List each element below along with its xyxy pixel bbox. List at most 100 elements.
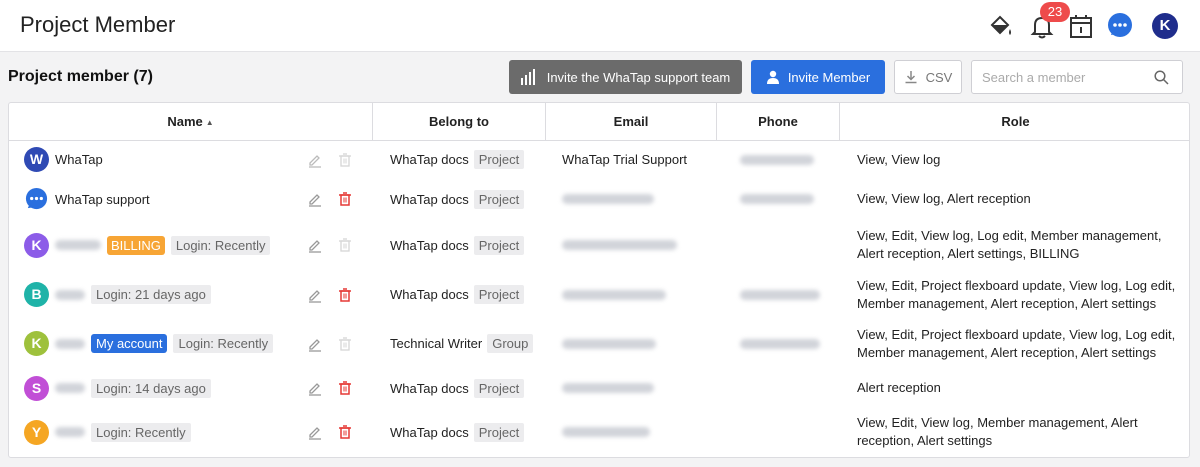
belong-name: WhaTap docs <box>390 191 469 207</box>
sort-asc-icon[interactable]: ▲ <box>206 118 214 127</box>
chat-icon[interactable] <box>1107 12 1133 40</box>
calendar-icon[interactable] <box>1068 12 1094 40</box>
download-icon <box>905 71 917 84</box>
avatar: B <box>24 282 49 307</box>
role-value: View, Edit, Project flexboard update, Vi… <box>857 326 1176 360</box>
member-name: WhaTap <box>55 152 103 167</box>
belong-type-tag: Project <box>473 422 525 442</box>
table-row[interactable]: B Login: 21 days ago WhaTap docs Project… <box>9 270 1189 319</box>
trash-icon <box>337 220 353 270</box>
pencil-icon[interactable] <box>307 141 323 178</box>
pencil-icon[interactable] <box>307 270 323 319</box>
belong-name: WhaTap docs <box>390 287 469 302</box>
table-row[interactable]: S Login: 14 days ago WhaTap docs Project… <box>9 368 1189 408</box>
role-value: Alert reception <box>857 380 941 395</box>
email-redacted <box>562 270 666 319</box>
bar-chart-icon <box>520 69 535 85</box>
login-status: Login: Recently <box>91 422 191 442</box>
pencil-icon[interactable] <box>307 178 323 220</box>
belong-name: WhaTap docs <box>390 380 469 396</box>
pencil-icon[interactable] <box>307 220 323 270</box>
notification-badge: 23 <box>1040 2 1070 22</box>
pencil-icon[interactable] <box>307 408 323 456</box>
invite-support-label: Invite the WhaTap support team <box>546 69 731 85</box>
email-redacted <box>562 319 656 368</box>
trash-icon <box>337 319 353 368</box>
email-redacted <box>562 368 654 408</box>
user-icon <box>766 70 779 84</box>
column-header-role[interactable]: Role <box>840 103 1191 141</box>
trash-icon[interactable] <box>337 178 353 220</box>
invite-support-button[interactable]: Invite the WhaTap support team <box>509 60 742 94</box>
phone-redacted <box>740 319 820 368</box>
member-name-redacted <box>55 289 85 300</box>
trash-icon[interactable] <box>337 368 353 408</box>
chat-icon <box>25 187 48 209</box>
login-status: Login: 21 days ago <box>91 285 211 304</box>
column-header-email[interactable]: Email <box>546 103 716 141</box>
pencil-icon[interactable] <box>307 319 323 368</box>
member-name: WhaTap support <box>55 191 150 207</box>
column-header-belong[interactable]: Belong to <box>373 103 545 141</box>
belong-type-tag: Group <box>487 334 534 353</box>
column-header-phone[interactable]: Phone <box>717 103 839 141</box>
member-name-redacted <box>55 240 101 250</box>
email-redacted <box>562 220 677 270</box>
role-value: View, View log, Alert reception <box>857 191 1031 206</box>
table-row[interactable]: K My account Login: Recently Technical W… <box>9 319 1189 368</box>
search-input[interactable] <box>982 68 1152 86</box>
role-value: View, Edit, View log, Member management,… <box>857 415 1138 448</box>
phone-redacted <box>740 178 814 220</box>
member-name-redacted <box>55 338 85 349</box>
email-value: WhaTap Trial Support <box>562 152 688 167</box>
role-value: View, Edit, Project flexboard update, Vi… <box>857 277 1176 311</box>
my-account-badge: My account <box>91 334 168 353</box>
email-redacted <box>562 408 650 456</box>
member-table: Name ▲ Belong to Email Phone Role W WhaTa… <box>8 102 1190 458</box>
role-value: View, Edit, View log, Log edit, Member m… <box>857 228 1162 261</box>
table-row[interactable]: WhaTap support WhaTap docs Project View,… <box>9 178 1189 220</box>
table-header: Name ▲ Belong to Email Phone Role <box>9 103 1189 141</box>
avatar: K <box>24 232 49 258</box>
invite-member-button[interactable]: Invite Member <box>751 60 885 94</box>
login-status: Login: Recently <box>170 235 271 255</box>
role-value: View, View log <box>857 151 941 167</box>
trash-icon[interactable] <box>337 270 353 319</box>
belong-type-tag: Project <box>473 378 525 398</box>
billing-badge: BILLING <box>107 235 165 255</box>
page-title: Project Member <box>20 12 176 37</box>
login-status: Login: 14 days ago <box>91 378 211 398</box>
belong-name: Technical Writer <box>390 336 483 351</box>
avatar: Y <box>24 419 49 445</box>
avatar: S <box>24 375 49 401</box>
search-icon[interactable] <box>1154 70 1169 85</box>
phone-redacted <box>740 270 820 319</box>
user-avatar[interactable]: K <box>1152 13 1178 39</box>
avatar: W <box>24 147 49 172</box>
pencil-icon[interactable] <box>307 368 323 408</box>
paint-bucket-icon[interactable] <box>988 12 1014 40</box>
phone-redacted <box>740 141 814 178</box>
member-name-redacted <box>55 383 85 393</box>
trash-icon <box>337 141 353 178</box>
table-row[interactable]: Y Login: Recently WhaTap docs Project Vi… <box>9 408 1189 456</box>
belong-type-tag: Project <box>473 189 525 209</box>
belong-name: WhaTap docs <box>390 237 469 253</box>
member-search[interactable] <box>971 60 1183 94</box>
table-row[interactable]: W WhaTap WhaTap docs Project WhaTap Tria… <box>9 141 1189 178</box>
table-row[interactable]: K BILLING Login: Recently WhaTap docs Pr… <box>9 220 1189 270</box>
invite-member-label: Invite Member <box>787 69 871 85</box>
email-redacted <box>562 178 654 220</box>
top-bar: Project Member 23 K <box>0 0 1200 52</box>
avatar: K <box>24 331 49 356</box>
csv-export-button[interactable]: CSV <box>894 60 962 94</box>
belong-type-tag: Project <box>473 285 525 304</box>
csv-label: CSV <box>925 69 953 85</box>
belong-name: WhaTap docs <box>390 152 469 167</box>
belong-type-tag: Project <box>473 235 525 255</box>
belong-type-tag: Project <box>473 150 525 169</box>
trash-icon[interactable] <box>337 408 353 456</box>
belong-name: WhaTap docs <box>390 424 469 440</box>
column-header-name[interactable]: Name ▲ <box>9 103 372 141</box>
login-status: Login: Recently <box>173 334 274 353</box>
